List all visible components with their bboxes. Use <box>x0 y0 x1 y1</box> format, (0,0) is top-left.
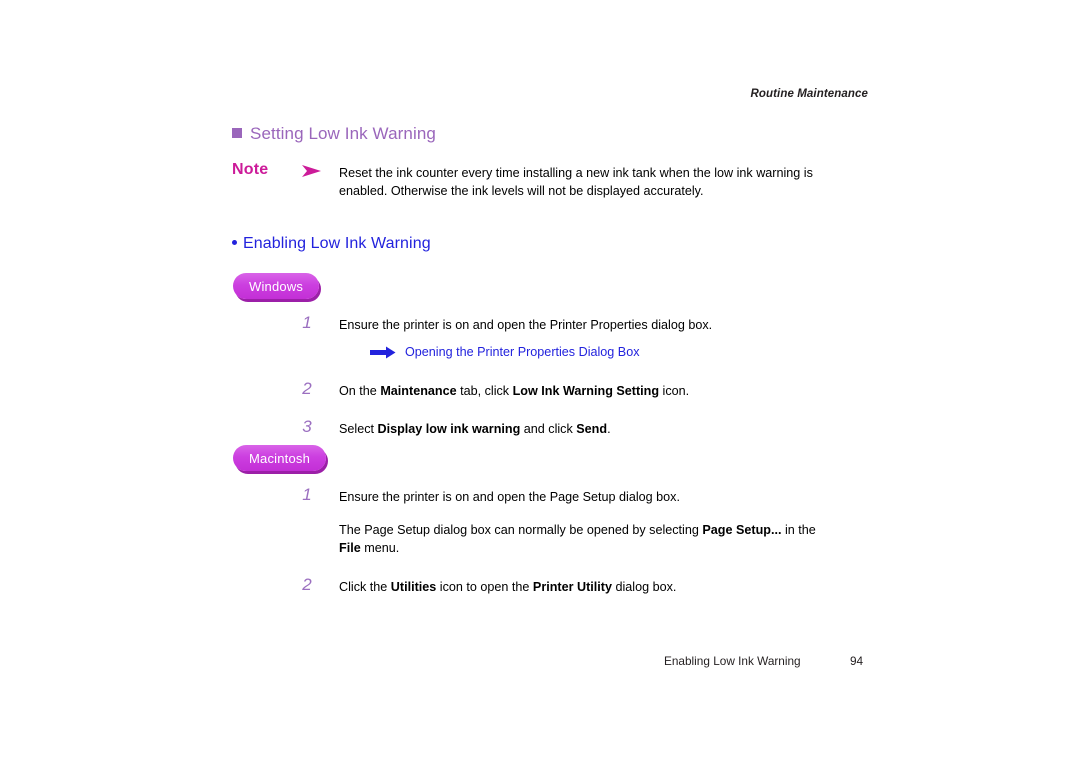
page-title: Setting Low Ink Warning <box>232 124 436 144</box>
step-text-bold: File <box>339 541 361 556</box>
step-text-run: dialog box. <box>612 580 677 594</box>
footer-title: Enabling Low Ink Warning <box>664 654 801 668</box>
step-text-run: Select <box>339 422 378 436</box>
step-text-bold: Utilities <box>390 580 437 594</box>
platform-badge-windows: Windows <box>233 273 320 299</box>
step-text-run: Ensure the printer is on and open the Pa… <box>339 490 680 504</box>
document-page: Routine Maintenance Setting Low Ink Warn… <box>0 0 1080 763</box>
step-note-paragraph: The Page Setup dialog box can normally b… <box>339 521 833 558</box>
running-header: Routine Maintenance <box>750 88 868 100</box>
round-bullet-icon <box>232 240 237 245</box>
step-text-run: On the <box>339 384 381 398</box>
step-number: 2 <box>302 575 312 594</box>
step-text-bold: Printer Utility <box>532 580 612 594</box>
footer-page-number: 94 <box>850 654 864 668</box>
platform-badge-macintosh-label: Macintosh <box>249 450 311 466</box>
subsection-title: Enabling Low Ink Warning <box>232 235 431 253</box>
cross-reference-link[interactable]: Opening the Printer Properties Dialog Bo… <box>370 345 640 359</box>
step-text-run: tab, click <box>456 384 513 398</box>
step-text-run: icon. <box>659 384 690 398</box>
step-text: Ensure the printer is on and open the Pa… <box>339 488 859 506</box>
square-bullet-icon <box>232 128 242 138</box>
step-text-bold: Low Ink Warning Setting <box>512 384 660 398</box>
step-text-run: menu. <box>360 541 400 556</box>
step-text-run: Click the <box>339 580 391 594</box>
note-body: Reset the ink counter every time install… <box>339 166 813 199</box>
arrowhead-right-icon <box>301 163 325 179</box>
step-text-run: Ensure the printer is on and open the Pr… <box>339 318 713 332</box>
step-text: On the Maintenance tab, click Low Ink Wa… <box>339 382 859 400</box>
step-text-run: The Page Setup dialog box can normally b… <box>339 523 703 537</box>
step-text-bold: Send <box>576 422 608 436</box>
cross-reference-label: Opening the Printer Properties Dialog Bo… <box>405 345 640 359</box>
step-text: Ensure the printer is on and open the Pr… <box>339 316 859 334</box>
step-number: 3 <box>302 417 312 436</box>
step-text-run: and click <box>520 422 577 436</box>
step-text: Click the Utilities icon to open the Pri… <box>339 578 859 596</box>
step-text-run: . <box>607 422 611 436</box>
platform-badge-macintosh: Macintosh <box>233 445 327 471</box>
platform-badge-windows-label: Windows <box>249 278 304 294</box>
step-text-bold: Maintenance <box>380 384 457 398</box>
step-text-bold: Display low ink warning <box>377 422 521 436</box>
subsection-heading-label: Enabling Low Ink Warning <box>243 235 431 252</box>
step-text: Select Display low ink warning and click… <box>339 420 859 438</box>
step-text-run: icon to open the <box>436 580 533 594</box>
section-heading-label: Setting Low Ink Warning <box>250 124 436 143</box>
step-number: 2 <box>302 379 312 398</box>
note-label: Note <box>232 161 269 178</box>
step-number: 1 <box>302 313 312 332</box>
step-number: 1 <box>302 485 312 504</box>
block-arrow-right-icon <box>370 346 396 358</box>
step-text-bold: Page Setup... <box>702 523 782 537</box>
step-text-run: in the <box>781 523 816 537</box>
